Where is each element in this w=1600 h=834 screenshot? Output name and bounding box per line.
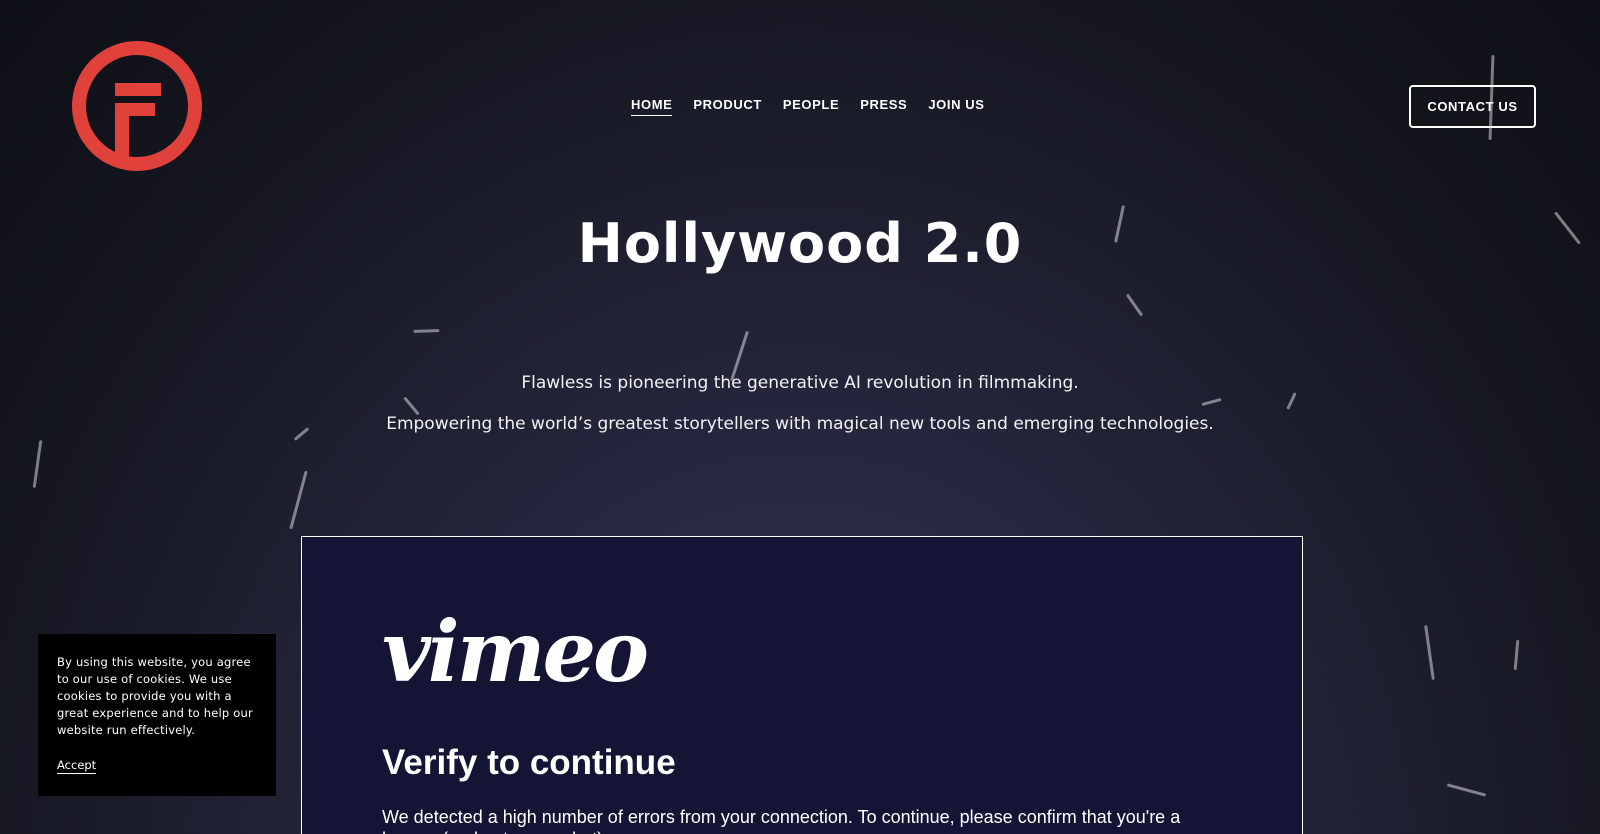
- hero-title: Hollywood 2.0: [577, 212, 1023, 275]
- nav-people[interactable]: PEOPLE: [783, 97, 839, 116]
- hero-subtagline: Empowering the world’s greatest storytel…: [386, 414, 1214, 434]
- main-nav: HOME PRODUCT PEOPLE PRESS JOIN US: [631, 97, 985, 116]
- verify-title: Verify to continue: [382, 743, 676, 782]
- contact-us-button[interactable]: CONTACT US: [1409, 85, 1536, 128]
- verify-message: We detected a high number of errors from…: [382, 807, 1181, 834]
- hero-tagline: Flawless is pioneering the generative AI…: [521, 373, 1079, 393]
- cookie-banner: By using this website, you agree to our …: [38, 634, 276, 796]
- nav-product[interactable]: PRODUCT: [693, 97, 761, 116]
- nav-home[interactable]: HOME: [631, 97, 673, 116]
- cookie-text: By using this website, you agree to our …: [57, 655, 253, 737]
- flawless-logo-icon[interactable]: [70, 39, 204, 173]
- vimeo-embed: vimeo Verify to continue We detected a h…: [301, 536, 1303, 834]
- nav-press[interactable]: PRESS: [860, 97, 907, 116]
- vimeo-logo: vimeo: [382, 602, 649, 701]
- cookie-accept-link[interactable]: Accept: [57, 758, 97, 774]
- nav-join-us[interactable]: JOIN US: [928, 97, 984, 116]
